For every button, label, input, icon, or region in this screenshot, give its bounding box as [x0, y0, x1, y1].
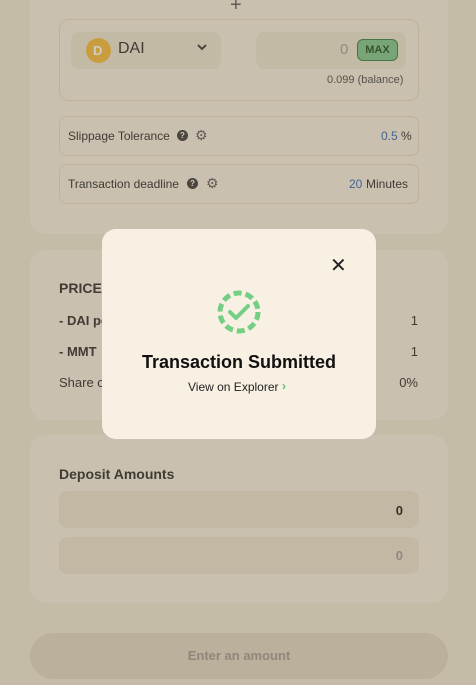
modal-title: Transaction Submitted — [141, 352, 337, 372]
check-circle-icon — [216, 289, 262, 335]
chevron-right-icon[interactable]: › — [282, 379, 286, 393]
close-icon[interactable]: ✕ — [330, 256, 347, 276]
view-on-explorer-link[interactable]: View on Explorer — [188, 380, 279, 394]
